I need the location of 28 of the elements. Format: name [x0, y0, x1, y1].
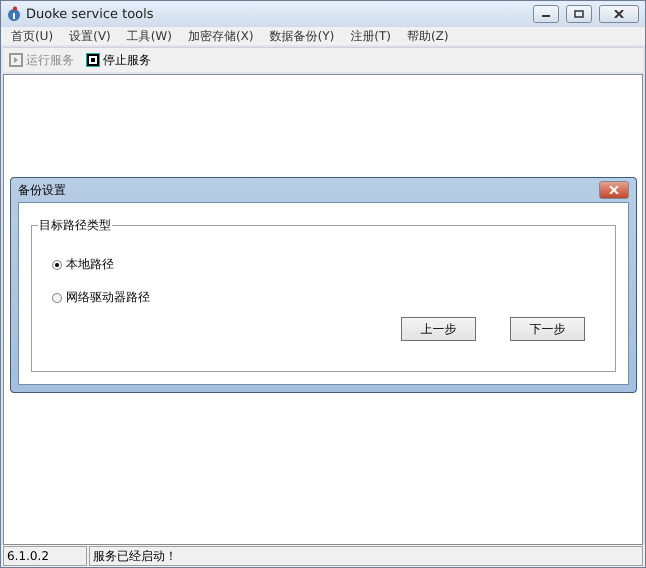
- play-icon: [9, 53, 23, 67]
- close-icon: [609, 186, 619, 194]
- group-title: 目标路径类型: [38, 217, 112, 234]
- menu-item[interactable]: 数据备份(Y): [262, 27, 342, 45]
- menu-item[interactable]: 注册(T): [342, 27, 399, 45]
- stop-icon: [86, 53, 100, 67]
- radio-button[interactable]: [52, 292, 62, 302]
- window-title: Duoke service tools: [26, 6, 154, 22]
- maximize-button[interactable]: [566, 5, 592, 23]
- radio-label[interactable]: 网络驱动器路径: [66, 289, 150, 306]
- status-text: 服务已经启动！: [89, 546, 643, 566]
- menu-item[interactable]: 工具(W): [118, 27, 180, 45]
- minimize-button[interactable]: [533, 5, 559, 23]
- maximize-icon: [574, 10, 584, 18]
- menu-item[interactable]: 帮助(Z): [398, 27, 457, 45]
- menu-item[interactable]: 设置(V): [61, 27, 119, 45]
- radio-label[interactable]: 本地路径: [66, 256, 114, 273]
- dialog-button[interactable]: 上一步: [401, 317, 476, 341]
- dialog-title: 备份设置: [18, 182, 67, 198]
- close-button[interactable]: [599, 5, 639, 23]
- radio-button[interactable]: [52, 260, 62, 270]
- status-text: 6.1.0.2: [3, 546, 87, 566]
- menu-item[interactable]: 加密存储(X): [180, 27, 262, 45]
- menu-item[interactable]: 首页(U): [3, 27, 62, 45]
- close-icon: [614, 10, 624, 18]
- toolbar-button[interactable]: 停止服务: [86, 52, 151, 68]
- info-icon: [7, 6, 21, 22]
- dialog-button[interactable]: 下一步: [510, 317, 585, 341]
